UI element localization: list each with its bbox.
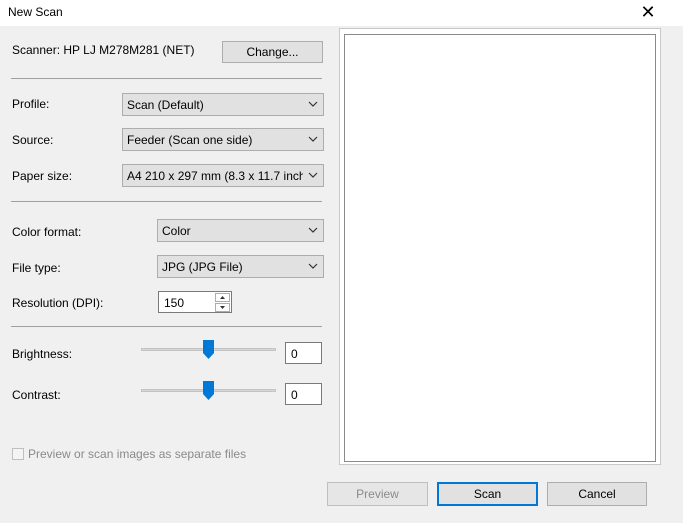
chevron-down-icon: [308, 172, 318, 178]
change-scanner-button[interactable]: Change...: [222, 41, 323, 63]
brightness-input[interactable]: 0: [285, 342, 322, 364]
contrast-value: 0: [291, 388, 298, 402]
contrast-label: Contrast:: [12, 388, 61, 402]
slider-thumb-icon[interactable]: [203, 340, 214, 359]
color-format-dropdown[interactable]: Color: [157, 219, 324, 242]
separate-files-checkbox[interactable]: [12, 448, 24, 460]
preview-canvas: [344, 34, 656, 462]
profile-dropdown[interactable]: Scan (Default): [122, 93, 324, 116]
chevron-down-icon: [308, 263, 318, 269]
file-type-dropdown[interactable]: JPG (JPG File): [157, 255, 324, 278]
divider: [11, 201, 322, 202]
paper-size-label: Paper size:: [12, 169, 73, 183]
close-icon[interactable]: ✕: [640, 2, 656, 22]
paper-size-dropdown[interactable]: A4 210 x 297 mm (8.3 x 11.7 inche: [122, 164, 324, 187]
separate-files-label: Preview or scan images as separate files: [28, 447, 247, 461]
scanner-label: Scanner: HP LJ M278M281 (NET): [12, 43, 195, 57]
window-title: New Scan: [8, 5, 63, 19]
source-label: Source:: [12, 133, 54, 147]
source-value: Feeder (Scan one side): [127, 133, 253, 147]
resolution-spinner[interactable]: [215, 293, 230, 312]
source-dropdown[interactable]: Feeder (Scan one side): [122, 128, 324, 151]
chevron-down-icon: [308, 136, 318, 142]
resolution-input[interactable]: 150: [158, 291, 232, 313]
chevron-down-icon: [308, 227, 318, 233]
profile-label: Profile:: [12, 97, 50, 111]
contrast-input[interactable]: 0: [285, 383, 322, 405]
divider: [11, 78, 322, 79]
color-format-value: Color: [162, 224, 191, 238]
divider: [11, 326, 322, 327]
brightness-value: 0: [291, 347, 298, 361]
profile-value: Scan (Default): [127, 98, 204, 112]
resolution-value: 150: [164, 296, 185, 310]
brightness-label: Brightness:: [12, 347, 73, 361]
cancel-button[interactable]: Cancel: [547, 482, 647, 506]
slider-thumb-icon[interactable]: [203, 381, 214, 400]
preview-button[interactable]: Preview: [327, 482, 428, 506]
paper-size-value: A4 210 x 297 mm (8.3 x 11.7 inche: [127, 169, 303, 183]
chevron-down-icon: [308, 101, 318, 107]
scan-button[interactable]: Scan: [437, 482, 538, 506]
file-type-value: JPG (JPG File): [162, 260, 243, 274]
spin-down-icon[interactable]: [215, 303, 230, 312]
color-format-label: Color format:: [12, 225, 82, 239]
resolution-label: Resolution (DPI):: [12, 296, 104, 310]
file-type-label: File type:: [12, 261, 61, 275]
spin-up-icon[interactable]: [215, 293, 230, 302]
title-bar: [0, 0, 683, 26]
